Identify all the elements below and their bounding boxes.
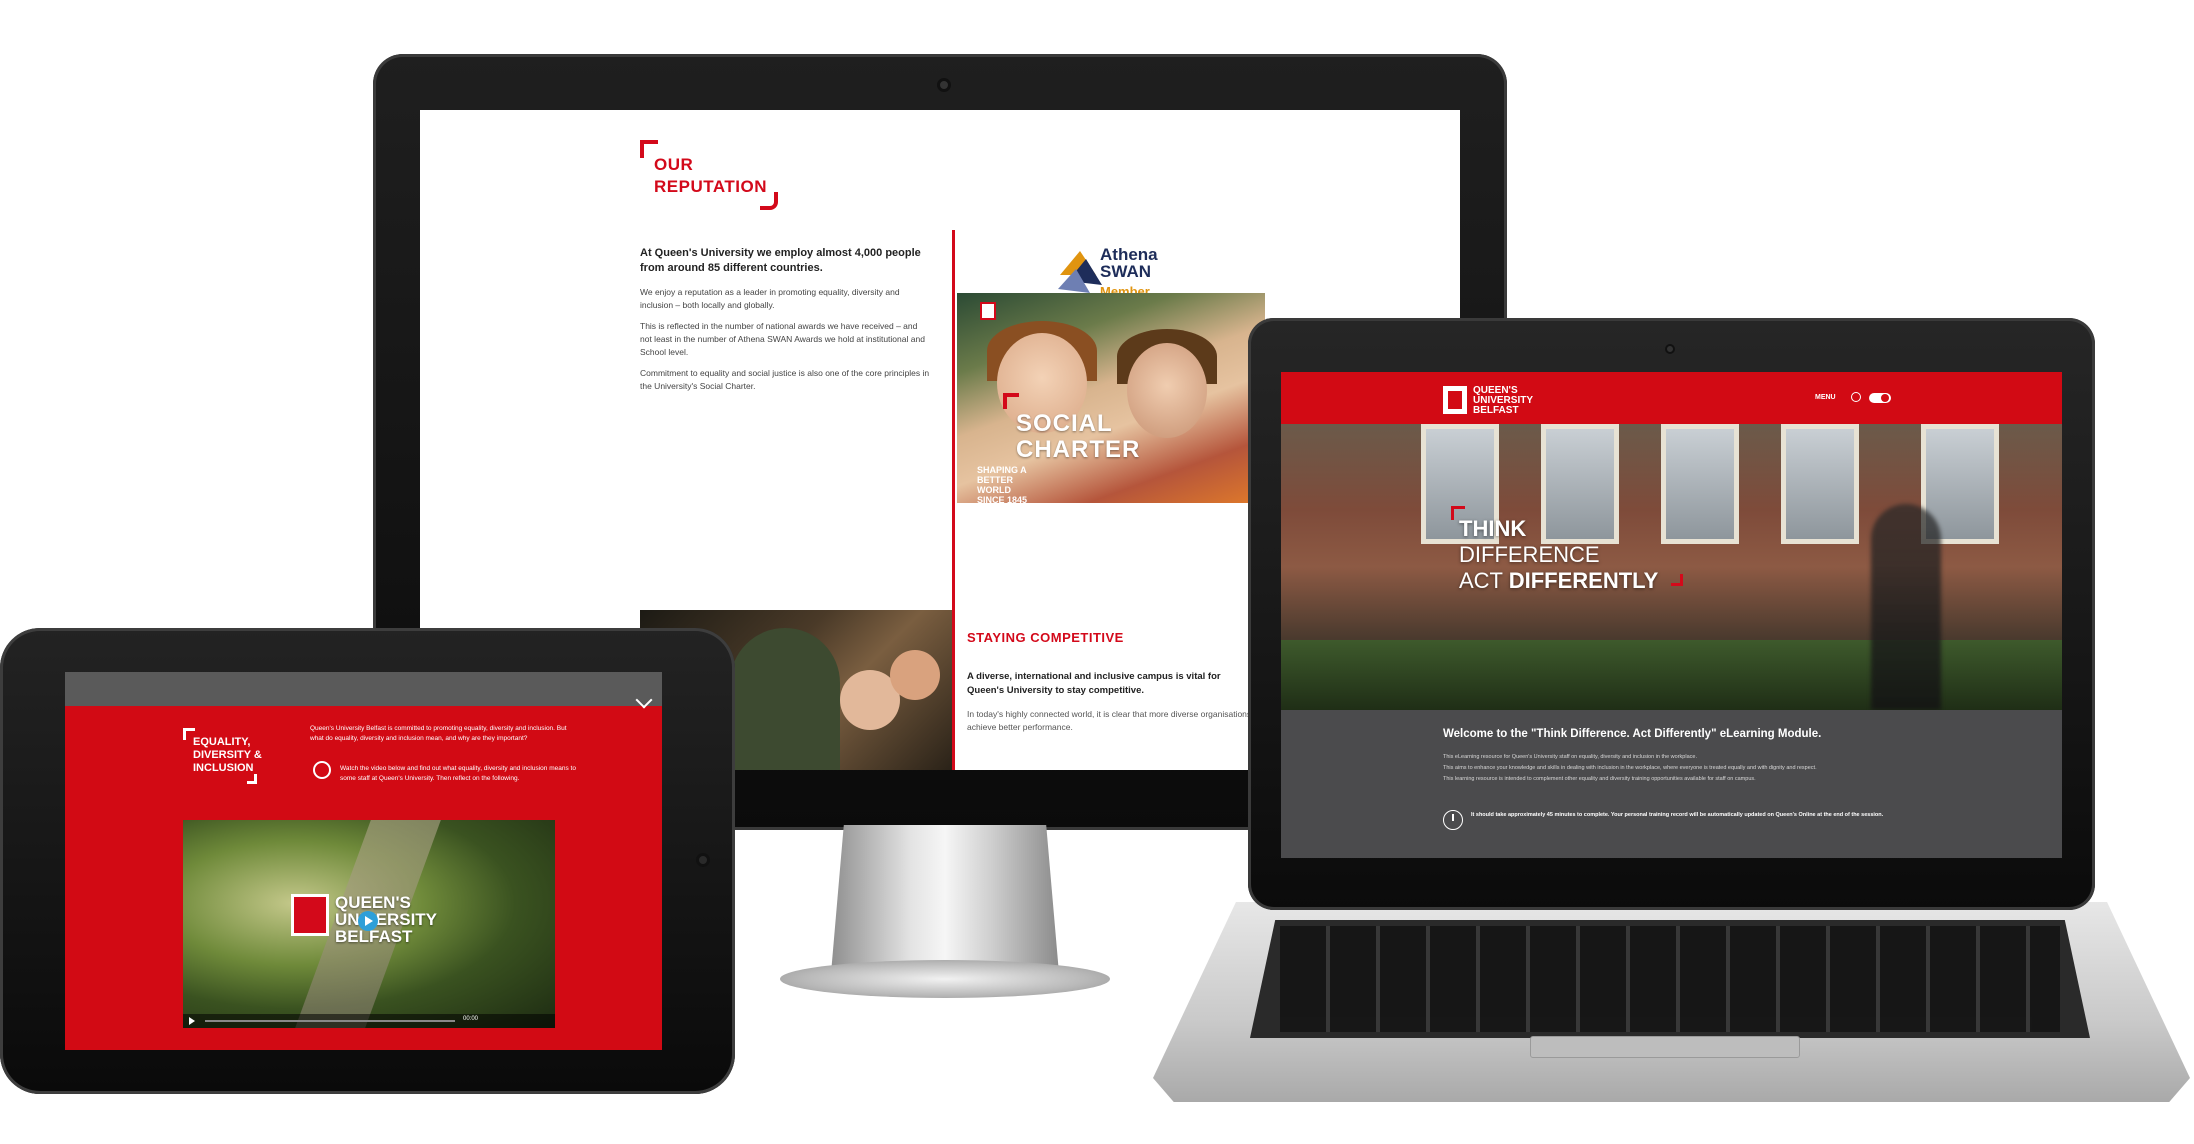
tablet-camera-icon [696,853,710,867]
bracket-icon [760,192,778,210]
qub-crest-icon [291,894,329,936]
reputation-body: At Queen's University we employ almost 4… [640,246,930,401]
site-header: QUEEN'S UNIVERSITY BELFAST MENU [1281,372,2062,424]
video-watch-icon [313,761,331,779]
welcome-line: This aims to enhance your knowledge and … [1443,765,1817,771]
qub-crest-icon [1443,386,1467,414]
site-logo-text[interactable]: QUEEN'S UNIVERSITY BELFAST [1473,386,1553,416]
welcome-heading: Welcome to the "Think Difference. Act Di… [1443,728,1822,740]
chevron-down-icon[interactable] [635,691,653,709]
hero-line: ACT DIFFERENTLY [1459,568,1658,594]
hero-person-detail [1871,504,1941,710]
hero-line-part: ACT [1459,568,1509,593]
reputation-lead: At Queen's University we employ almost 4… [640,247,921,274]
laptop-trackpad [1530,1036,1800,1058]
play-small-icon[interactable] [189,1017,195,1025]
bracket-icon [1003,393,1019,409]
reputation-paragraph: We enjoy a reputation as a leader in pro… [640,287,900,310]
toggle-switch[interactable] [1869,393,1891,403]
hero-window-detail [1661,424,1739,544]
tablet-section-heading: EQUALITY, DIVERSITY & INCLUSION [193,736,262,774]
tablet-top-bar [65,672,662,709]
welcome-line: This learning resource is intended to co… [1443,776,1756,782]
hero-window-detail [1781,424,1859,544]
video-time: 00:00 [463,1016,479,1022]
laptop-keyboard [1250,920,2090,1038]
staying-competitive-title: STAYING COMPETITIVE [967,630,1124,645]
hero-line: DIFFERENCE [1459,542,1600,567]
hero-hedge-detail [1281,640,2062,710]
staying-competitive-body: In today's highly connected world, it is… [967,709,1252,732]
social-charter-subtitle: SHAPING A BETTER WORLD SINCE 1845 [977,465,1028,503]
tablet-watch-text: Watch the video below and find out what … [340,765,576,782]
video-progress-bar[interactable] [205,1020,455,1022]
monitor-camera-icon [937,78,951,92]
photo-detail [890,650,940,700]
tablet-intro-text: Queen's University Belfast is committed … [310,725,567,742]
play-icon[interactable] [358,911,378,931]
hero-line-part: DIFFERENTLY [1508,568,1659,593]
photo-detail [730,628,840,770]
video-brand-text: QUEEN'S UNIVERSITY BELFAST [335,893,437,946]
video-controls: 00:00 [183,1014,555,1028]
device-mockup-scene: OUR REPUTATION At Queen's University we … [0,0,2194,1144]
hero-banner: THINK DIFFERENCE ACT DIFFERENTLY [1281,424,2062,710]
keyboard-keys [1280,926,2060,1032]
laptop-screen: QUEEN'S UNIVERSITY BELFAST MENU THINK DI… [1281,372,2062,858]
social-charter-title: SOCIAL CHARTER [1016,410,1141,463]
laptop-camera-icon [1665,344,1675,354]
monitor-stand-base [780,960,1110,998]
bracket-icon [247,774,257,784]
duration-text: It should take approximately 45 minutes … [1471,812,1884,818]
section-divider [952,230,955,770]
hero-line: THINK [1459,516,1527,541]
user-icon[interactable] [1851,392,1861,402]
qub-crest-icon [980,302,996,320]
hero-title: THINK DIFFERENCE ACT DIFFERENTLY [1459,516,1658,594]
menu-button[interactable]: MENU [1815,394,1836,401]
bracket-icon [1671,574,1683,586]
social-charter-image[interactable]: SOCIAL CHARTER SHAPING A BETTER WORLD SI… [957,293,1265,503]
photo-detail [1127,343,1207,438]
athena-swan-name: Athena SWAN [1100,245,1158,281]
clock-icon [1443,810,1463,830]
reputation-paragraph: This is reflected in the number of natio… [640,321,925,357]
welcome-body: This eLearning resource for Queen's Univ… [1443,752,1913,785]
staying-competitive-lead: A diverse, international and inclusive c… [967,671,1221,696]
tablet-screen: EQUALITY, DIVERSITY & INCLUSION Queen's … [65,672,662,1050]
reputation-paragraph: Commitment to equality and social justic… [640,368,930,391]
video-player[interactable]: QUEEN'S UNIVERSITY BELFAST 00:00 [183,820,555,1028]
welcome-line: This eLearning resource for Queen's Univ… [1443,754,1697,760]
